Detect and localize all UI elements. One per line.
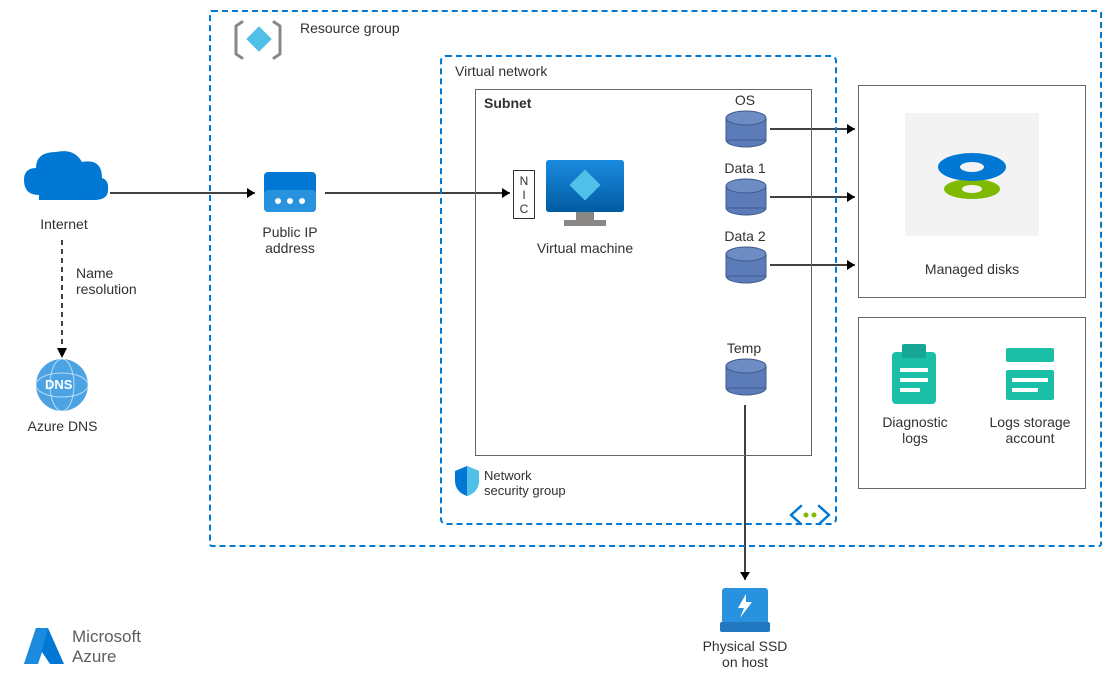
azure-logo-icon	[20, 622, 68, 670]
data1-disk-label: Data 1	[712, 160, 778, 176]
resource-group-icon	[230, 18, 286, 62]
nsg-shield-icon	[452, 464, 482, 498]
vm-icon	[540, 154, 630, 234]
subnet-label: Subnet	[484, 95, 531, 111]
managed-disks-icon	[935, 145, 1009, 205]
temp-disk-icon	[724, 358, 768, 396]
internet-cloud-icon	[14, 140, 114, 215]
name-resolution-label: Name resolution	[76, 265, 156, 297]
os-disk-label: OS	[720, 92, 770, 108]
data1-disk-icon	[724, 178, 768, 216]
managed-disks-label: Managed disks	[858, 261, 1086, 277]
public-ip-label: Public IP address	[245, 224, 335, 256]
nic-n: N	[520, 174, 529, 188]
nic-i: I	[522, 188, 525, 202]
data2-disk-label: Data 2	[712, 228, 778, 244]
internet-label: Internet	[14, 216, 114, 232]
nic-c: C	[520, 202, 529, 216]
azure-logo-label: Microsoft Azure	[72, 627, 141, 667]
vnet-decorator-icon	[785, 500, 835, 530]
virtual-network-label: Virtual network	[455, 63, 547, 79]
azure-dns-label: Azure DNS	[20, 418, 105, 434]
nic-box: N I C	[513, 170, 535, 219]
diagnostic-logs-icon	[884, 338, 944, 408]
logs-storage-label: Logs storage account	[985, 414, 1075, 446]
resource-group-label: Resource group	[300, 20, 400, 36]
os-disk-icon	[724, 110, 768, 148]
data2-disk-icon	[724, 246, 768, 284]
dns-badge: DNS	[45, 377, 72, 392]
vm-label: Virtual machine	[515, 240, 655, 256]
temp-disk-label: Temp	[718, 340, 770, 356]
logs-storage-icon	[1000, 338, 1060, 408]
public-ip-icon	[260, 168, 320, 218]
nsg-label: Network security group	[484, 468, 584, 498]
diagnostic-logs-label: Diagnostic logs	[870, 414, 960, 446]
physical-ssd-label: Physical SSD on host	[700, 638, 790, 670]
physical-ssd-icon	[716, 582, 774, 636]
